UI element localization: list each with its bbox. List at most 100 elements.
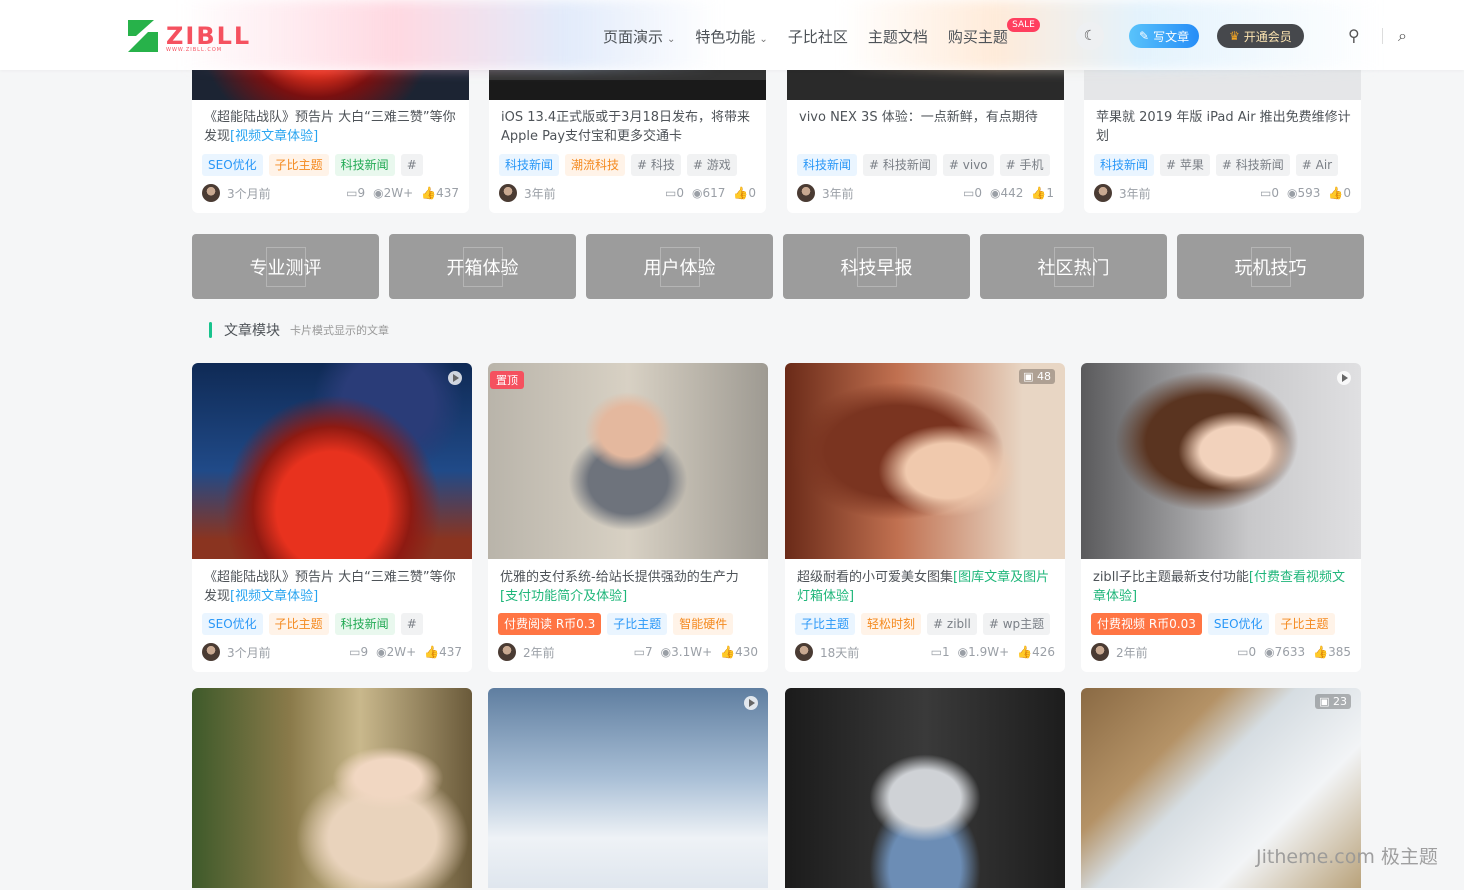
post-title[interactable]: zibll子比主题最新支付功能[付费查看视频文章体验]: [1093, 568, 1351, 606]
tag[interactable]: # wp主题: [982, 613, 1051, 635]
tag[interactable]: # 游戏: [686, 154, 737, 176]
eye-icon: ◉: [376, 645, 387, 659]
play-icon: [1337, 371, 1351, 385]
nav-buy-theme[interactable]: 购买主题 SALE: [948, 18, 1040, 47]
tag[interactable]: 科技新闻: [334, 154, 395, 176]
post-thumbnail[interactable]: [785, 688, 1065, 888]
post-title[interactable]: vivo NEX 3S 体验：一点新鲜，有点期待: [799, 108, 1054, 127]
category-tile[interactable]: 用户体验: [586, 234, 773, 299]
vip-button[interactable]: ♛ 开通会员: [1217, 24, 1304, 48]
avatar[interactable]: [202, 643, 220, 661]
post-title[interactable]: 《超能陆战队》预告片 大白“三难三赞”等你发现[视频文章体验]: [204, 108, 459, 146]
like-icon: 👍: [1031, 186, 1047, 200]
post-title[interactable]: 苹果就 2019 年版 iPad Air 推出免费维修计划: [1096, 108, 1351, 146]
tag[interactable]: 子比主题: [268, 613, 329, 635]
tag[interactable]: # 科技新闻: [1215, 154, 1290, 176]
tag[interactable]: # 苹果: [1160, 154, 1210, 176]
tag[interactable]: 子比主题: [1274, 613, 1335, 635]
chevron-down-icon: ⌄: [759, 34, 768, 45]
like-count: 👍1: [1031, 186, 1054, 200]
post-card[interactable]: [192, 688, 472, 888]
tag[interactable]: SEO优化: [202, 613, 263, 635]
avatar[interactable]: [1091, 643, 1109, 661]
like-icon: 👍: [424, 645, 440, 659]
avatar[interactable]: [1094, 184, 1112, 202]
paid-video-tag[interactable]: 付费视频 R币0.03: [1091, 613, 1202, 635]
post-card[interactable]: [488, 688, 768, 888]
tag[interactable]: 科技新闻: [334, 613, 395, 635]
category-tile[interactable]: 科技早报: [783, 234, 970, 299]
site-header: ZIBLL WWW.ZIBLL.COM 页面演示 ⌄ 特色功能 ⌄ 子比社区 主题文…: [0, 0, 1464, 70]
post-thumbnail[interactable]: [192, 688, 472, 888]
post-card[interactable]: 置顶 优雅的支付系统-给站长提供强劲的生产力 [支付功能简介及体验] 付费阅读 R…: [488, 363, 768, 672]
tag[interactable]: # 手机: [999, 154, 1050, 176]
post-tags: 科技新闻 潮流科技 # 科技 # 游戏: [499, 154, 756, 176]
tag[interactable]: # 科技新闻: [863, 154, 937, 176]
comment-count: ▭0: [1260, 186, 1280, 200]
tag[interactable]: # zibll: [927, 613, 977, 635]
avatar[interactable]: [202, 184, 220, 202]
bulb-icon[interactable]: ⚲: [1348, 26, 1360, 45]
tag[interactable]: 科技新闻: [1094, 154, 1155, 176]
category-tile[interactable]: 专业测评: [192, 234, 379, 299]
post-thumbnail[interactable]: [192, 363, 472, 559]
post-thumbnail[interactable]: [488, 688, 768, 888]
tag[interactable]: #: [400, 613, 423, 635]
post-thumbnail[interactable]: [785, 363, 1065, 559]
section-subtitle: 卡片模式显示的文章: [290, 324, 389, 337]
tag[interactable]: 子比主题: [268, 154, 329, 176]
nav-features[interactable]: 特色功能 ⌄: [695, 26, 767, 47]
comment-count: ▭7: [633, 645, 653, 659]
post-time: 3年前: [524, 186, 556, 201]
avatar[interactable]: [498, 643, 516, 661]
tile-decoration: [659, 246, 700, 287]
tag[interactable]: SEO优化: [202, 154, 263, 176]
post-title[interactable]: 《超能陆战队》预告片 大白“三难三赞”等你发现[视频文章体验]: [204, 568, 462, 606]
tag[interactable]: # Air: [1295, 154, 1339, 176]
post-title[interactable]: iOS 13.4正式版或于3月18日发布，将带来Apple Pay支付宝和更多交…: [501, 108, 756, 146]
tag[interactable]: 智能硬件: [673, 613, 734, 635]
post-tags: 子比主题 轻松时刻 # zibll # wp主题: [795, 613, 1057, 635]
tag[interactable]: 科技新闻: [499, 154, 560, 176]
view-count: ◉2W+: [373, 186, 414, 200]
post-card[interactable]: 《超能陆战队》预告片 大白“三难三赞”等你发现[视频文章体验] SEO优化 子比…: [192, 363, 472, 672]
search-icon[interactable]: ⌕: [1398, 26, 1407, 46]
post-title[interactable]: 超级耐看的小可爱美女图集[图库文章及图片灯箱体验]: [797, 568, 1055, 606]
dark-mode-toggle[interactable]: ☾: [1076, 22, 1104, 50]
category-tile[interactable]: 开箱体验: [389, 234, 576, 299]
paid-read-tag[interactable]: 付费阅读 R币0.3: [498, 613, 602, 635]
tag[interactable]: 子比主题: [795, 613, 856, 635]
post-title[interactable]: 优雅的支付系统-给站长提供强劲的生产力 [支付功能简介及体验]: [500, 568, 758, 606]
tag[interactable]: # vivo: [942, 154, 994, 176]
avatar[interactable]: [797, 184, 815, 202]
like-count: 👍0: [1328, 186, 1351, 200]
write-article-button[interactable]: ✎ 写文章: [1129, 24, 1200, 48]
nav-page-demo[interactable]: 页面演示 ⌄: [603, 26, 675, 47]
avatar[interactable]: [795, 643, 813, 661]
tag[interactable]: #: [400, 154, 423, 176]
tag[interactable]: SEO优化: [1207, 613, 1269, 635]
nav-docs[interactable]: 主题文档: [868, 26, 928, 47]
tag[interactable]: 科技新闻: [797, 154, 858, 176]
post-card[interactable]: [785, 688, 1065, 888]
avatar[interactable]: [499, 184, 517, 202]
category-tile[interactable]: 社区热门: [980, 234, 1167, 299]
post-thumbnail[interactable]: [1081, 363, 1361, 559]
image-icon: ▣: [1319, 695, 1330, 708]
tag[interactable]: 轻松时刻: [861, 613, 922, 635]
post-tags: 付费视频 R币0.03 SEO优化 子比主题: [1091, 613, 1353, 635]
category-tile[interactable]: 玩机技巧: [1177, 234, 1364, 299]
site-logo[interactable]: ZIBLL WWW.ZIBLL.COM: [126, 17, 251, 55]
post-card[interactable]: ▣ 48 超级耐看的小可爱美女图集[图库文章及图片灯箱体验] 子比主题 轻松时刻…: [785, 363, 1065, 672]
post-time: 2年前: [523, 645, 555, 660]
tag[interactable]: 子比主题: [607, 613, 668, 635]
post-card[interactable]: zibll子比主题最新支付功能[付费查看视频文章体验] 付费视频 R币0.03 …: [1081, 363, 1361, 672]
post-time: 2年前: [1116, 645, 1148, 660]
nav-community[interactable]: 子比社区: [788, 26, 848, 47]
pinned-badge: 置顶: [490, 371, 524, 389]
play-icon: [744, 696, 758, 710]
view-count: ◉617: [692, 186, 726, 200]
post-thumbnail[interactable]: [488, 363, 768, 559]
tag[interactable]: 潮流科技: [565, 154, 626, 176]
tag[interactable]: # 科技: [631, 154, 681, 176]
